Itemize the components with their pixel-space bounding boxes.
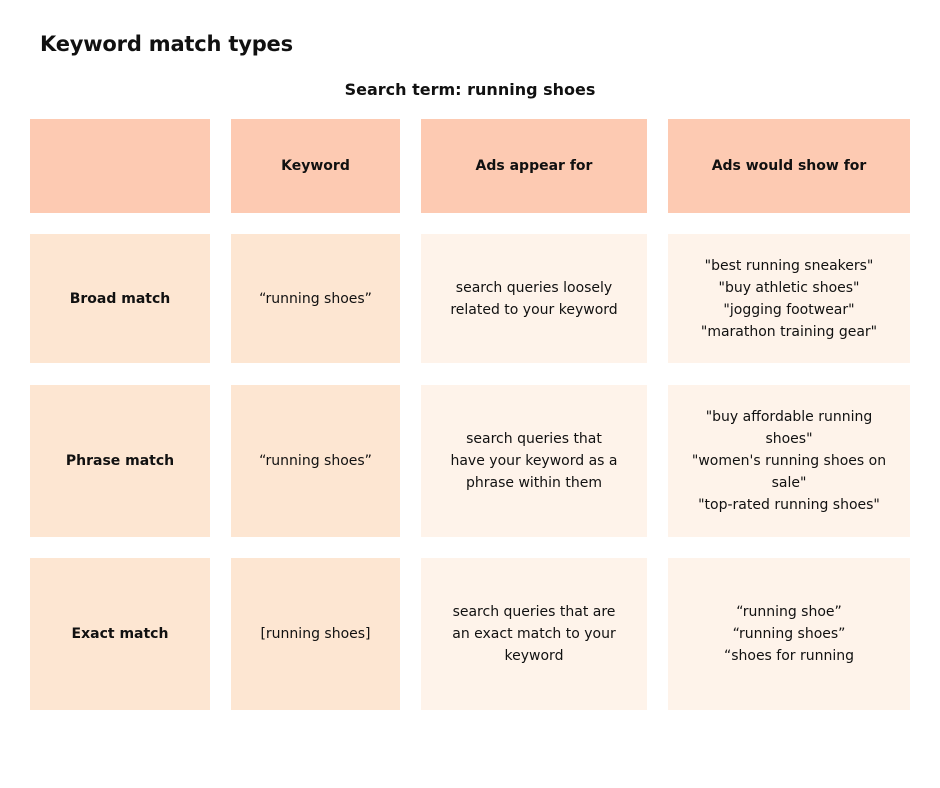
search-term-subtitle: Search term: running shoes [344, 80, 596, 99]
example-query: "best running sneakers" [704, 257, 874, 274]
example-query: “running shoes” [732, 626, 846, 642]
row-broad-examples: "best running sneakers" "buy athletic sho… [668, 234, 910, 363]
row-exact-match-type: Exact match [30, 558, 210, 710]
header-cell-ads-would-show-for: Ads would show for [668, 119, 910, 213]
example-query: "buy affordable running shoes" [705, 409, 873, 447]
row-phrase-ads-appear-for: search queries that have your keyword as… [421, 385, 647, 537]
page-title: Keyword match types [40, 32, 293, 56]
row-broad-ads-appear-for: search queries loosely related to your k… [421, 234, 647, 363]
example-query: "marathon training gear" [700, 323, 878, 340]
row-exact-ads-appear-for: search queries that are an exact match t… [421, 558, 647, 710]
row-phrase-keyword: “running shoes” [231, 385, 400, 537]
example-query: “running shoe” [736, 604, 842, 620]
row-exact-keyword: [running shoes] [231, 558, 400, 710]
header-cell-keyword: Keyword [231, 119, 400, 213]
example-query: "women's running shoes on sale" [691, 453, 887, 491]
header-cell-blank [30, 119, 210, 213]
row-phrase-match-type: Phrase match [30, 385, 210, 537]
example-query: “shoes for running [723, 648, 855, 664]
example-query: "top-rated running shoes" [698, 497, 880, 513]
example-query: "buy athletic shoes" [718, 279, 860, 296]
header-cell-ads-appear-for: Ads appear for [421, 119, 647, 213]
row-exact-examples: “running shoe” “running shoes” “shoes for … [668, 558, 910, 710]
row-broad-match-type: Broad match [30, 234, 210, 363]
row-phrase-examples: "buy affordable running shoes" "women's r… [668, 385, 910, 537]
row-broad-keyword: “running shoes” [231, 234, 400, 363]
example-query: "jogging footwear" [723, 301, 855, 318]
